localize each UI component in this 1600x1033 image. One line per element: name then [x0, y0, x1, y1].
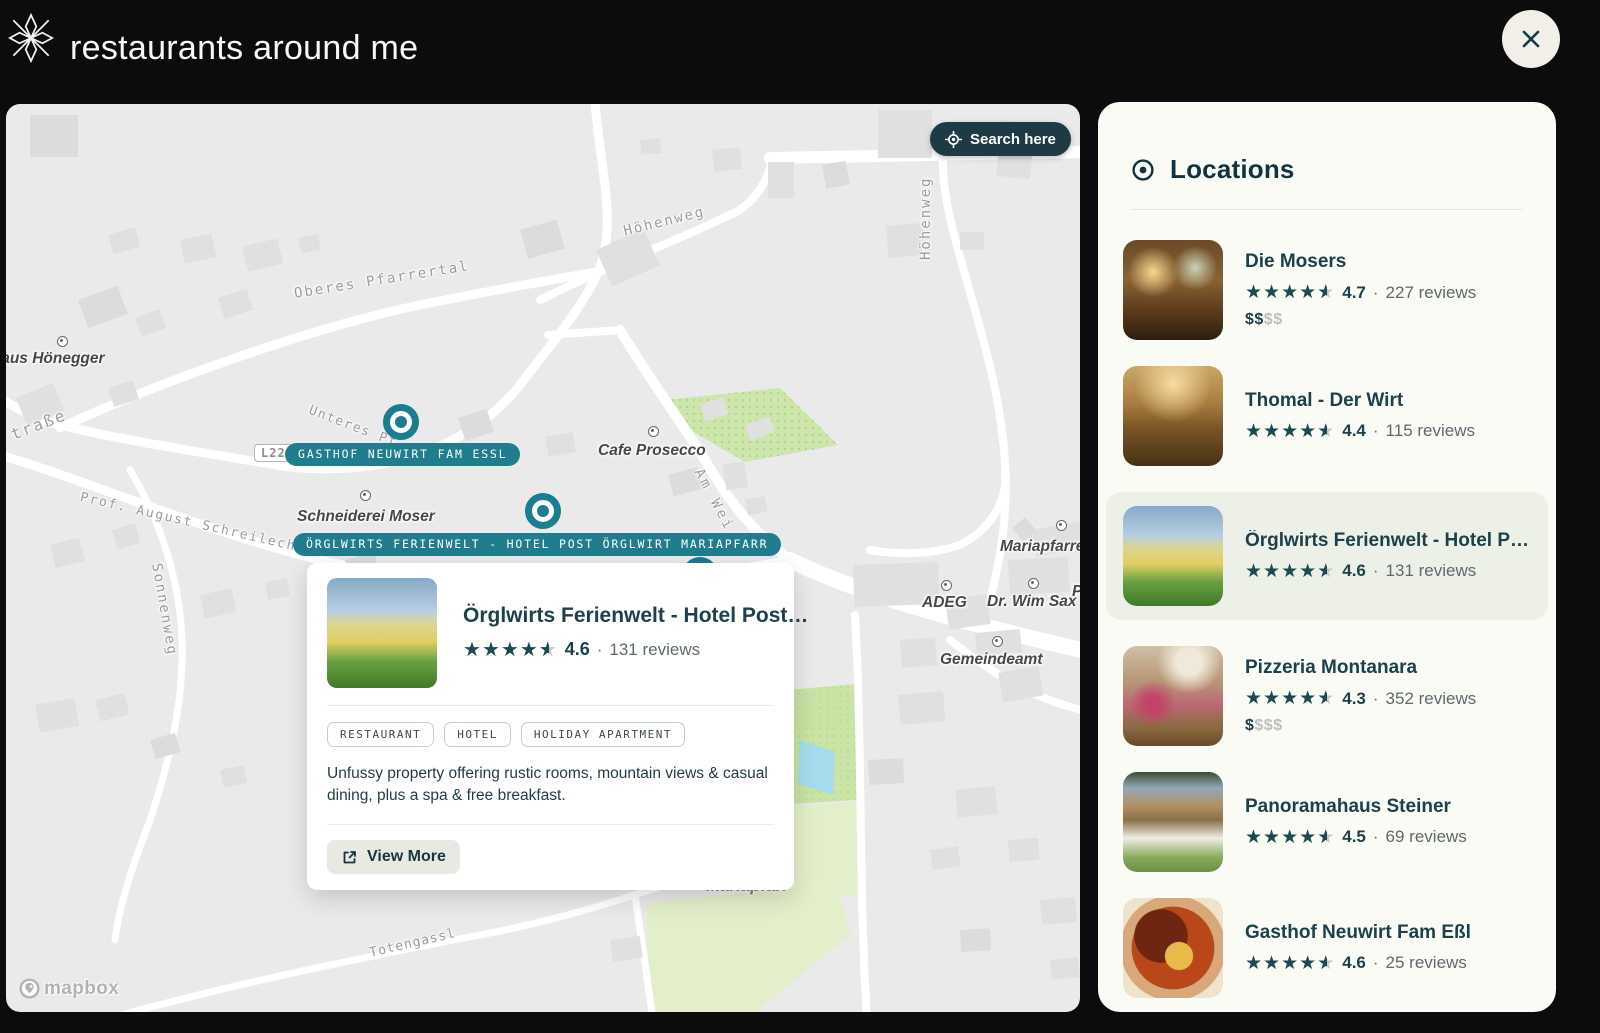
divider [1131, 209, 1523, 210]
location-list-item[interactable]: Panoramahaus Steiner ★★★★★★ 4.5 · 69 rev… [1123, 772, 1531, 872]
divider [327, 824, 774, 825]
mapbox-wordmark: mapbox [44, 978, 119, 1000]
separator: · [1373, 953, 1379, 973]
poi-label: Mariapfarrer [1000, 538, 1080, 556]
review-count: 115 reviews [1386, 421, 1475, 441]
poi-dot-icon [992, 636, 1003, 647]
mapbox-attribution[interactable]: mapbox [18, 977, 119, 1000]
category-tag: HOLIDAY APARTMENT [521, 722, 685, 747]
review-count: 69 reviews [1386, 827, 1467, 847]
sidebar-header: Locations [1131, 154, 1523, 185]
locations-list: Die Mosers ★★★★★★ 4.7 · 227 reviews $$$$… [1123, 240, 1531, 1012]
location-name: Thomal - Der Wirt [1245, 390, 1475, 412]
location-photo [1123, 646, 1223, 746]
search-here-label: Search here [970, 131, 1056, 148]
rating-value: 4.6 [565, 639, 590, 660]
poi-label: Haus Hönegger [6, 350, 105, 368]
location-photo [1123, 240, 1223, 340]
separator: · [1373, 561, 1379, 581]
street-label: Höhenweg [918, 177, 934, 260]
poi-dot-icon [1028, 578, 1039, 589]
location-photo [1123, 366, 1223, 466]
separator: · [1373, 283, 1379, 303]
separator: · [1373, 827, 1379, 847]
locations-sidebar: Locations Die Mosers ★★★★★★ 4.7 · 227 re… [1098, 102, 1556, 1012]
rating-value: 4.4 [1342, 421, 1366, 441]
view-more-button[interactable]: View More [327, 840, 460, 874]
rating-value: 4.5 [1342, 827, 1366, 847]
star-rating: ★★★★★★ [1245, 420, 1335, 443]
page-title: restaurants around me [70, 0, 418, 96]
poi-label-partial: P [1072, 583, 1080, 601]
map-canvas[interactable]: Oberes PfarrertalUnteres PfHöhenwegHöhen… [6, 104, 1080, 1012]
review-count: 227 reviews [1386, 283, 1477, 303]
location-photo [1123, 506, 1223, 606]
search-here-button[interactable]: Search here [930, 122, 1071, 156]
poi-dot-icon [1056, 520, 1067, 531]
star-rating: ★★★★★★ [1245, 281, 1335, 304]
star-rating: ★★★★★★ [1245, 826, 1335, 849]
map-pin-icon [18, 977, 41, 1000]
star-rating: ★★★★★★ [463, 637, 558, 662]
app-header: restaurants around me [0, 0, 1600, 96]
map-marker[interactable] [383, 404, 419, 440]
location-popup: Örglwirts Ferienwelt - Hotel Post… ★★★★★… [307, 563, 794, 890]
poi-label: Dr. Wim Sax [987, 593, 1076, 611]
location-photo [1123, 898, 1223, 998]
rating-value: 4.7 [1342, 283, 1366, 303]
location-photo [1123, 772, 1223, 872]
star-rating: ★★★★★★ [1245, 687, 1335, 710]
review-count: 352 reviews [1386, 689, 1477, 709]
location-list-item[interactable]: Thomal - Der Wirt ★★★★★★ 4.4 · 115 revie… [1123, 366, 1531, 466]
map-marker-label[interactable]: GASTHOF NEUWIRT FAM ESSL [285, 443, 520, 466]
popup-description: Unfussy property offering rustic rooms, … [327, 763, 774, 807]
category-tag: HOTEL [444, 722, 511, 747]
location-list-item[interactable]: Die Mosers ★★★★★★ 4.7 · 227 reviews $$$$ [1123, 240, 1531, 340]
review-count: 131 reviews [609, 640, 700, 660]
review-count: 25 reviews [1386, 953, 1467, 973]
separator: · [1373, 421, 1379, 441]
location-name: Pizzeria Montanara [1245, 657, 1476, 679]
category-tags: RESTAURANT HOTEL HOLIDAY APARTMENT [327, 722, 774, 747]
map-marker-label[interactable]: ÖRGLWIRTS FERIENWELT - HOTEL POST ÖRGLWI… [293, 533, 781, 556]
popup-title: Örglwirts Ferienwelt - Hotel Post… [463, 604, 774, 628]
close-button[interactable] [1502, 10, 1560, 68]
location-list-item[interactable]: Örglwirts Ferienwelt - Hotel Po… ★★★★★★ … [1106, 492, 1548, 620]
poi-dot-icon [57, 336, 68, 347]
separator: · [597, 640, 603, 660]
poi-label: Schneiderei Moser [297, 508, 435, 526]
star-rating: ★★★★★★ [1245, 560, 1335, 583]
poi-dot-icon [360, 490, 371, 501]
rating-value: 4.3 [1342, 689, 1366, 709]
separator: · [1373, 689, 1379, 709]
location-name: Panoramahaus Steiner [1245, 796, 1467, 818]
category-tag: RESTAURANT [327, 722, 434, 747]
map-marker[interactable] [525, 493, 561, 529]
external-link-icon [341, 849, 358, 866]
price-level: $$$$ [1245, 311, 1476, 329]
target-circle-icon [1131, 158, 1155, 182]
sidebar-title: Locations [1170, 154, 1295, 185]
location-name: Gasthof Neuwirt Fam Eßl [1245, 922, 1471, 944]
price-level: $$$$ [1245, 717, 1476, 735]
poi-dot-icon [648, 426, 659, 437]
location-list-item[interactable]: Gasthof Neuwirt Fam Eßl ★★★★★★ 4.6 · 25 … [1123, 898, 1531, 998]
divider [327, 705, 774, 706]
poi-dot-icon [941, 580, 952, 591]
review-count: 131 reviews [1386, 561, 1477, 581]
location-name: Die Mosers [1245, 251, 1476, 273]
app-logo-icon [8, 10, 54, 66]
poi-label: Gemeindeamt [940, 651, 1043, 669]
popup-photo [327, 578, 437, 688]
location-name: Örglwirts Ferienwelt - Hotel Po… [1245, 530, 1531, 552]
crosshair-icon [945, 131, 962, 148]
poi-label: Cafe Prosecco [598, 442, 706, 460]
close-icon [1519, 27, 1543, 51]
poi-label: ADEG [922, 594, 967, 612]
rating-value: 4.6 [1342, 561, 1366, 581]
rating-value: 4.6 [1342, 953, 1366, 973]
view-more-label: View More [367, 848, 446, 866]
location-list-item[interactable]: Pizzeria Montanara ★★★★★★ 4.3 · 352 revi… [1123, 646, 1531, 746]
star-rating: ★★★★★★ [1245, 952, 1335, 975]
